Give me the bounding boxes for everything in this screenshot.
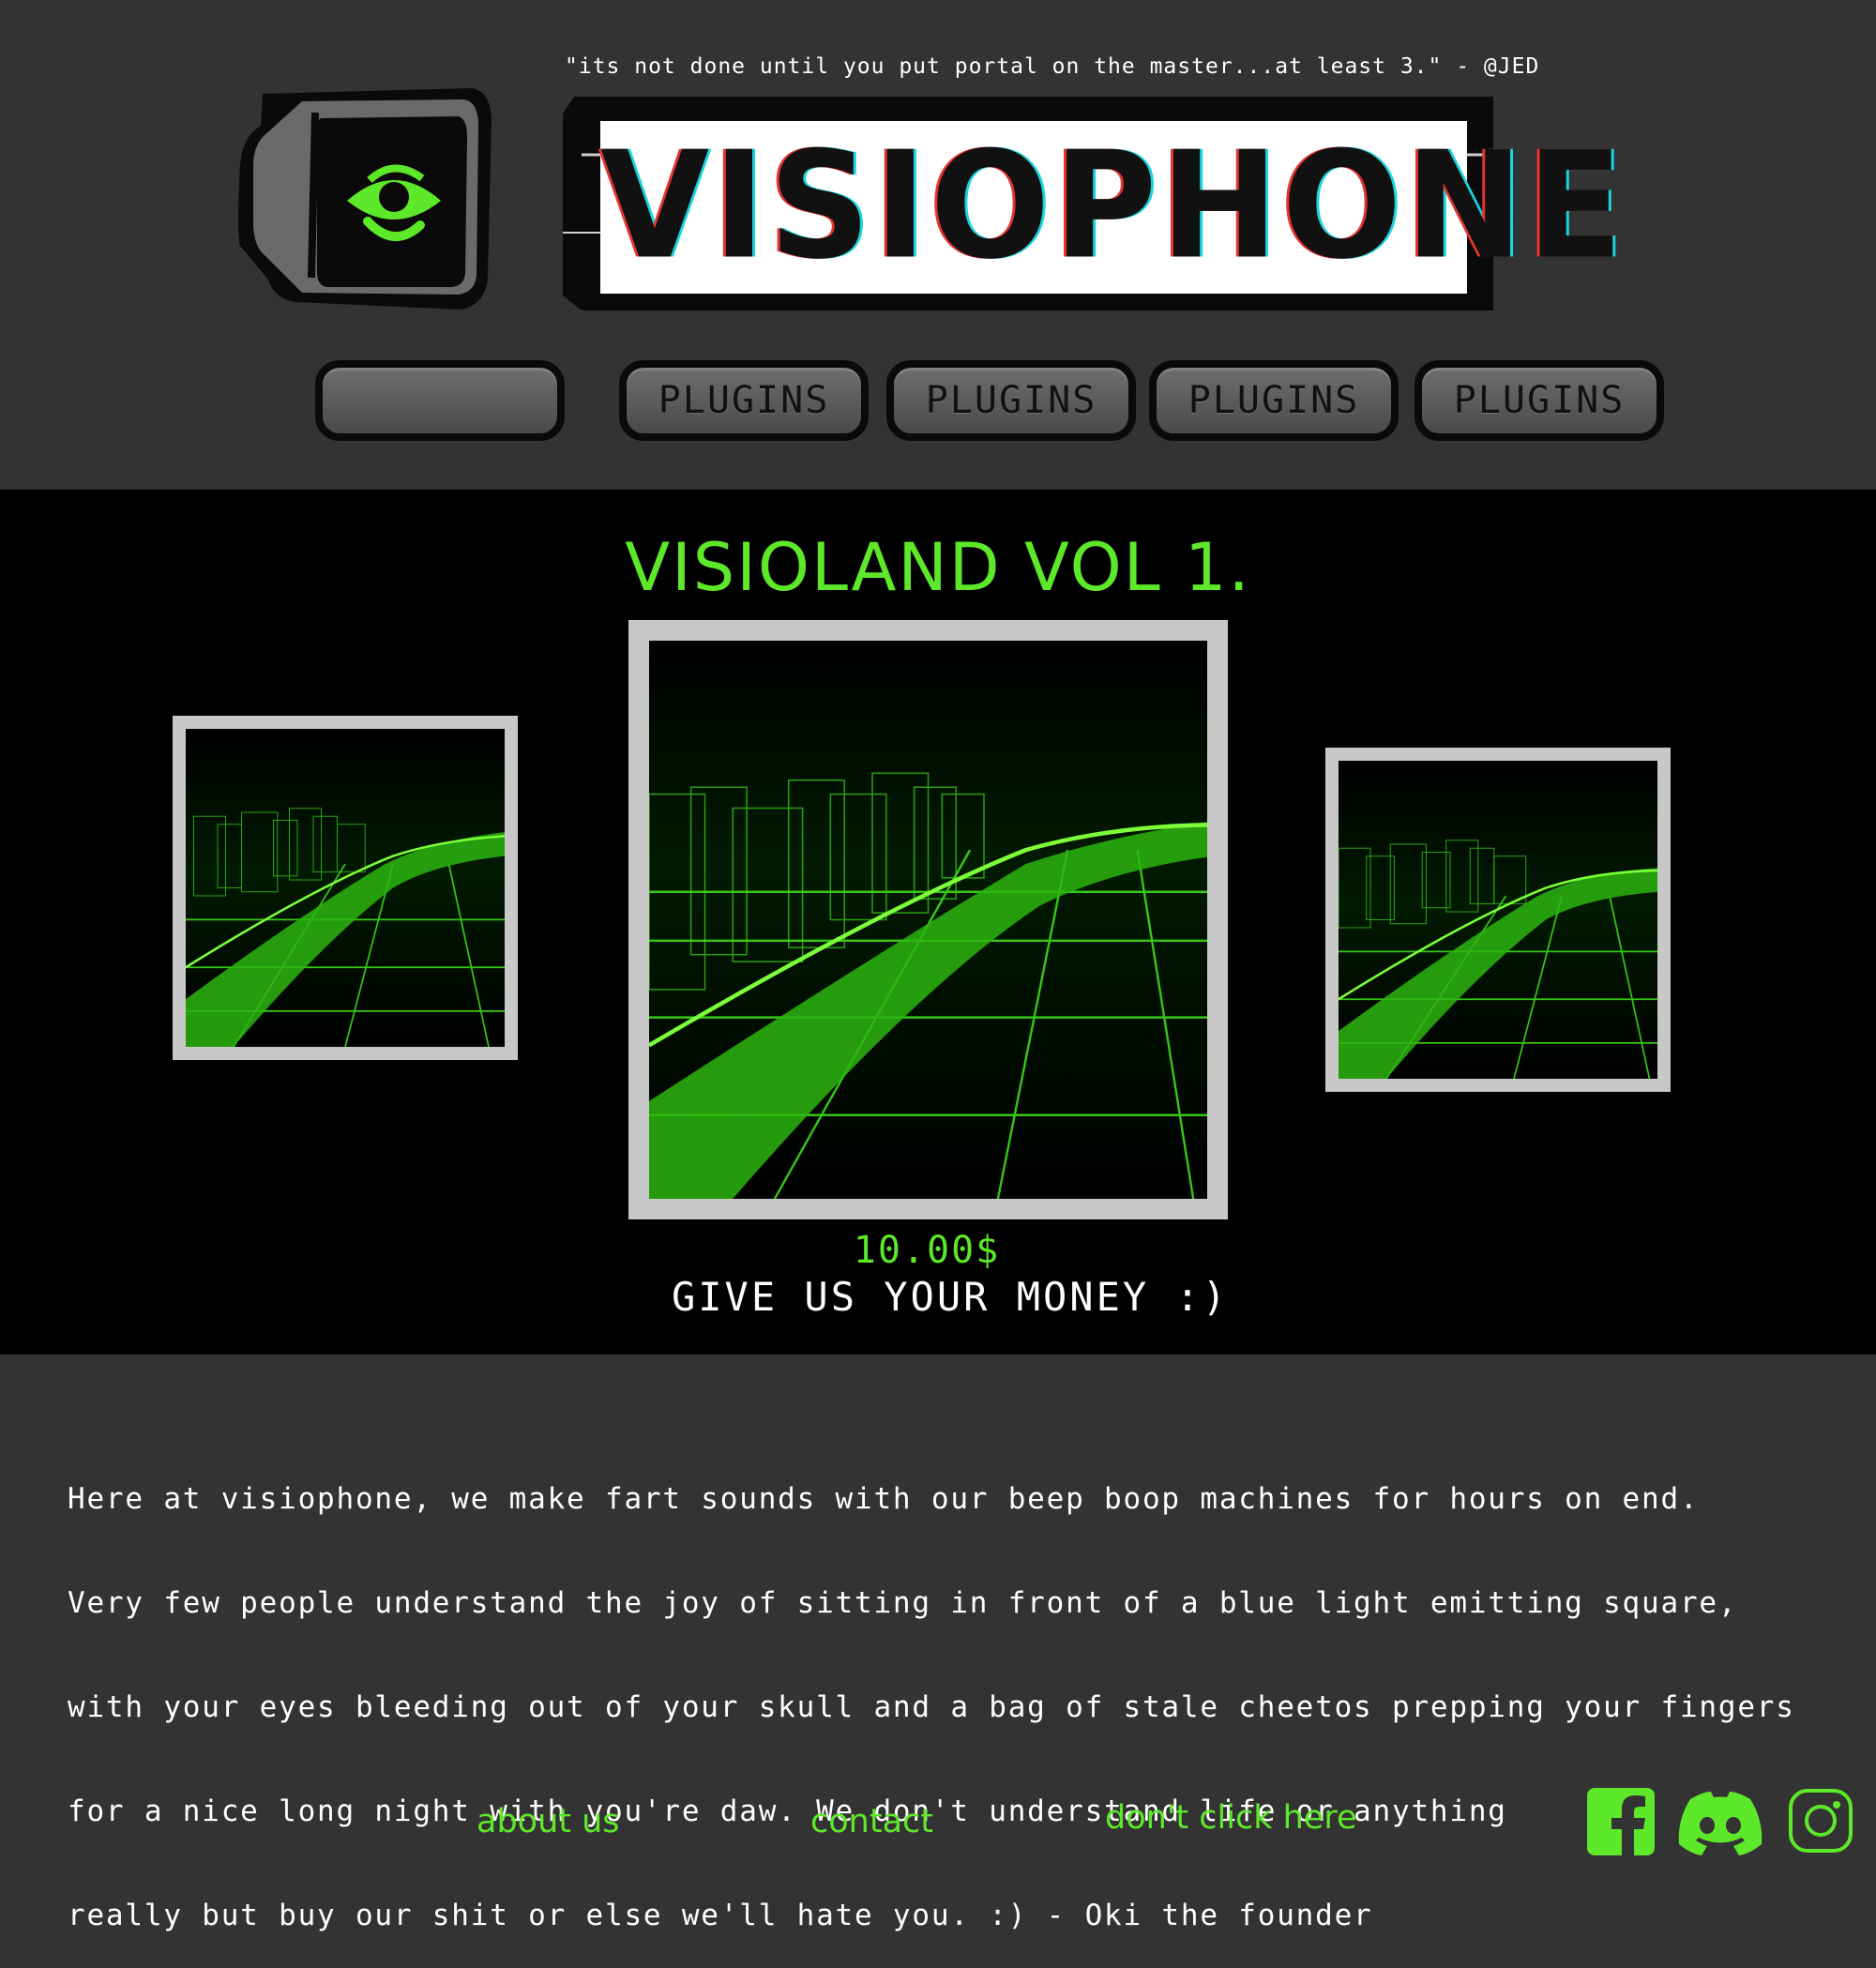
- product-image-main[interactable]: [628, 620, 1228, 1219]
- nav-plugins-3-label: PLUGINS: [1188, 379, 1360, 422]
- instagram-icon[interactable]: [1788, 1788, 1853, 1854]
- search-button[interactable]: [315, 360, 565, 441]
- footer-link-about-us[interactable]: about us: [477, 1803, 620, 1840]
- nav-plugins-1[interactable]: PLUGINS: [619, 360, 869, 441]
- nav-plugins-2-label: PLUGINS: [925, 379, 1097, 422]
- header-quote: "its not done until you put portal on th…: [565, 54, 1540, 79]
- about-line: Here at visiophone, we make fart sounds …: [68, 1482, 1700, 1516]
- product-title: VISIOLAND VOL 1.: [625, 529, 1251, 606]
- tv-eye-icon[interactable]: [236, 81, 499, 313]
- about-line: Very few people understand the joy of si…: [68, 1586, 1738, 1620]
- footer-link-contact[interactable]: contact: [810, 1803, 933, 1840]
- nav-plugins-1-label: PLUGINS: [658, 379, 830, 422]
- product-price: 10.00$: [853, 1229, 1001, 1272]
- footer-link-dont-click-here[interactable]: don't click here: [1105, 1799, 1356, 1837]
- about-line: with your eyes bleeding out of your skul…: [68, 1690, 1795, 1724]
- nav-plugins-4-label: PLUGINS: [1453, 379, 1626, 422]
- brand-title: VISIOPHONE: [600, 120, 1627, 293]
- nav-plugins-4[interactable]: PLUGINS: [1415, 360, 1664, 441]
- nav-plugins-3[interactable]: PLUGINS: [1149, 360, 1399, 441]
- buy-cta[interactable]: GIVE US YOUR MONEY :): [0, 1274, 1876, 1320]
- discord-icon[interactable]: [1675, 1786, 1765, 1857]
- product-image-left[interactable]: [173, 716, 518, 1060]
- facebook-icon[interactable]: [1585, 1786, 1657, 1857]
- product-image-right[interactable]: [1325, 748, 1671, 1092]
- about-line: really but buy our shit or else we'll ha…: [68, 1899, 1373, 1932]
- about-text: Here at visiophone, we make fart sounds …: [68, 1413, 1868, 1968]
- nav-plugins-2[interactable]: PLUGINS: [886, 360, 1136, 441]
